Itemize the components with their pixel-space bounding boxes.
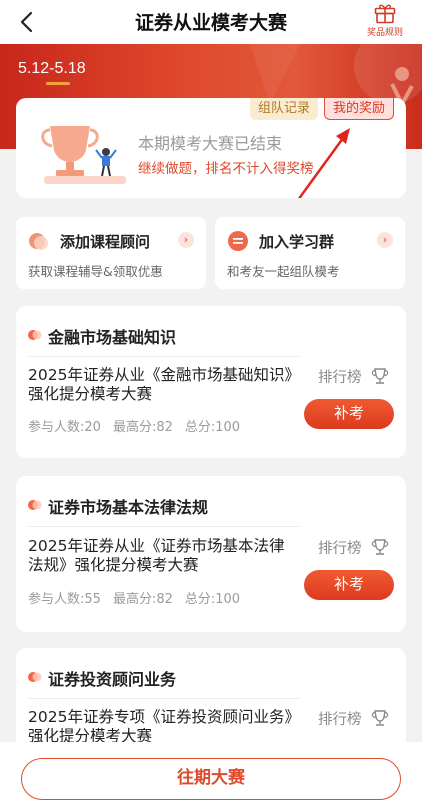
contest-stats: 参与人数:20 最高分:82 总分:100 [28,416,252,435]
contest-stats: 参与人数:55 最高分:82 总分:100 [28,588,252,607]
contest-subject: 证券市场基本法律法规 [48,498,209,517]
chevron-right-icon: › [377,232,393,248]
prize-rules-label: 奖品规则 [366,28,403,38]
divider [28,356,300,357]
date-range: 5.12-5.18 [18,60,86,77]
max-score: 最高分:82 [112,592,173,607]
gift-icon [374,4,396,24]
bullet-dot-icon [28,500,42,510]
contest-name: 2025年证券专项《证券投资顾问业务》强化提分模考大赛 [28,708,293,745]
contest-name: 2025年证券从业《证券市场基本法律法规》强化提分模考大赛 [28,537,285,574]
trophy-icon [371,710,388,726]
join-group-title: 加入学习群 [259,233,335,251]
contest-status-card: 组队记录 我的奖励 本期模考大赛已结束 继续做题，排名不计入得奖榜 [16,98,406,198]
bullet-dot-icon [28,672,42,682]
contest-subject: 金融市场基础知识 [48,328,177,347]
page-title: 证券从业模考大赛 [134,12,287,34]
contest-ended-text: 本期模考大赛已结束 [138,134,283,153]
total-score: 总分:100 [184,420,241,435]
add-advisor-title: 添加课程顾问 [60,233,151,251]
trophy-icon [371,368,388,384]
team-record-tab[interactable]: 组队记录 [249,98,318,120]
trophy-icon [371,539,388,555]
participants-count: 参与人数:55 [28,592,101,607]
leaderboard-label: 排行榜 [318,370,362,386]
my-reward-tab[interactable]: 我的奖励 [323,98,394,120]
leaderboard-label: 排行榜 [318,541,362,557]
add-advisor-subtitle: 获取课程辅导&领取优惠 [28,264,163,279]
participants-count: 参与人数:20 [28,420,101,435]
prize-rules-button[interactable]: 奖品规则 [360,2,410,38]
makeup-exam-button[interactable]: 补考 [304,570,394,600]
leaderboard-link[interactable]: 排行榜 [318,366,390,387]
max-score: 最高分:82 [112,420,173,435]
add-advisor-card[interactable]: 添加课程顾问 获取课程辅导&领取优惠 › [16,217,206,289]
contest-name: 2025年证券从业《金融市场基础知识》强化提分模考大赛 [28,366,293,403]
bottom-bar: 往期大赛 [0,742,422,811]
join-group-card[interactable]: 加入学习群 和考友一起组队模考 › [215,217,405,289]
bullet-dot-icon [28,330,42,340]
date-underline [46,82,70,85]
makeup-exam-button[interactable]: 补考 [304,399,394,429]
divider [28,698,300,699]
advisor-icon [29,233,48,250]
total-score: 总分:100 [184,592,241,607]
study-group-icon [228,231,248,251]
leaderboard-label: 排行榜 [318,712,362,728]
divider [28,526,300,527]
join-group-subtitle: 和考友一起组队模考 [227,264,340,279]
annotation-arrow-icon [297,128,350,198]
chevron-right-icon: › [178,232,194,248]
leaderboard-link[interactable]: 排行榜 [318,537,390,558]
contest-card: 证券市场基本法律法规 2025年证券从业《证券市场基本法律法规》强化提分模考大赛… [16,476,406,632]
trophy-illustration-icon [41,126,126,184]
contest-card: 金融市场基础知识 2025年证券从业《金融市场基础知识》强化提分模考大赛 参与人… [16,306,406,458]
past-contests-button[interactable]: 往期大赛 [21,758,401,800]
contest-subject: 证券投资顾问业务 [48,670,177,689]
nav-bar: 证券从业模考大赛 奖品规则 [0,0,422,44]
leaderboard-link[interactable]: 排行榜 [318,708,390,729]
